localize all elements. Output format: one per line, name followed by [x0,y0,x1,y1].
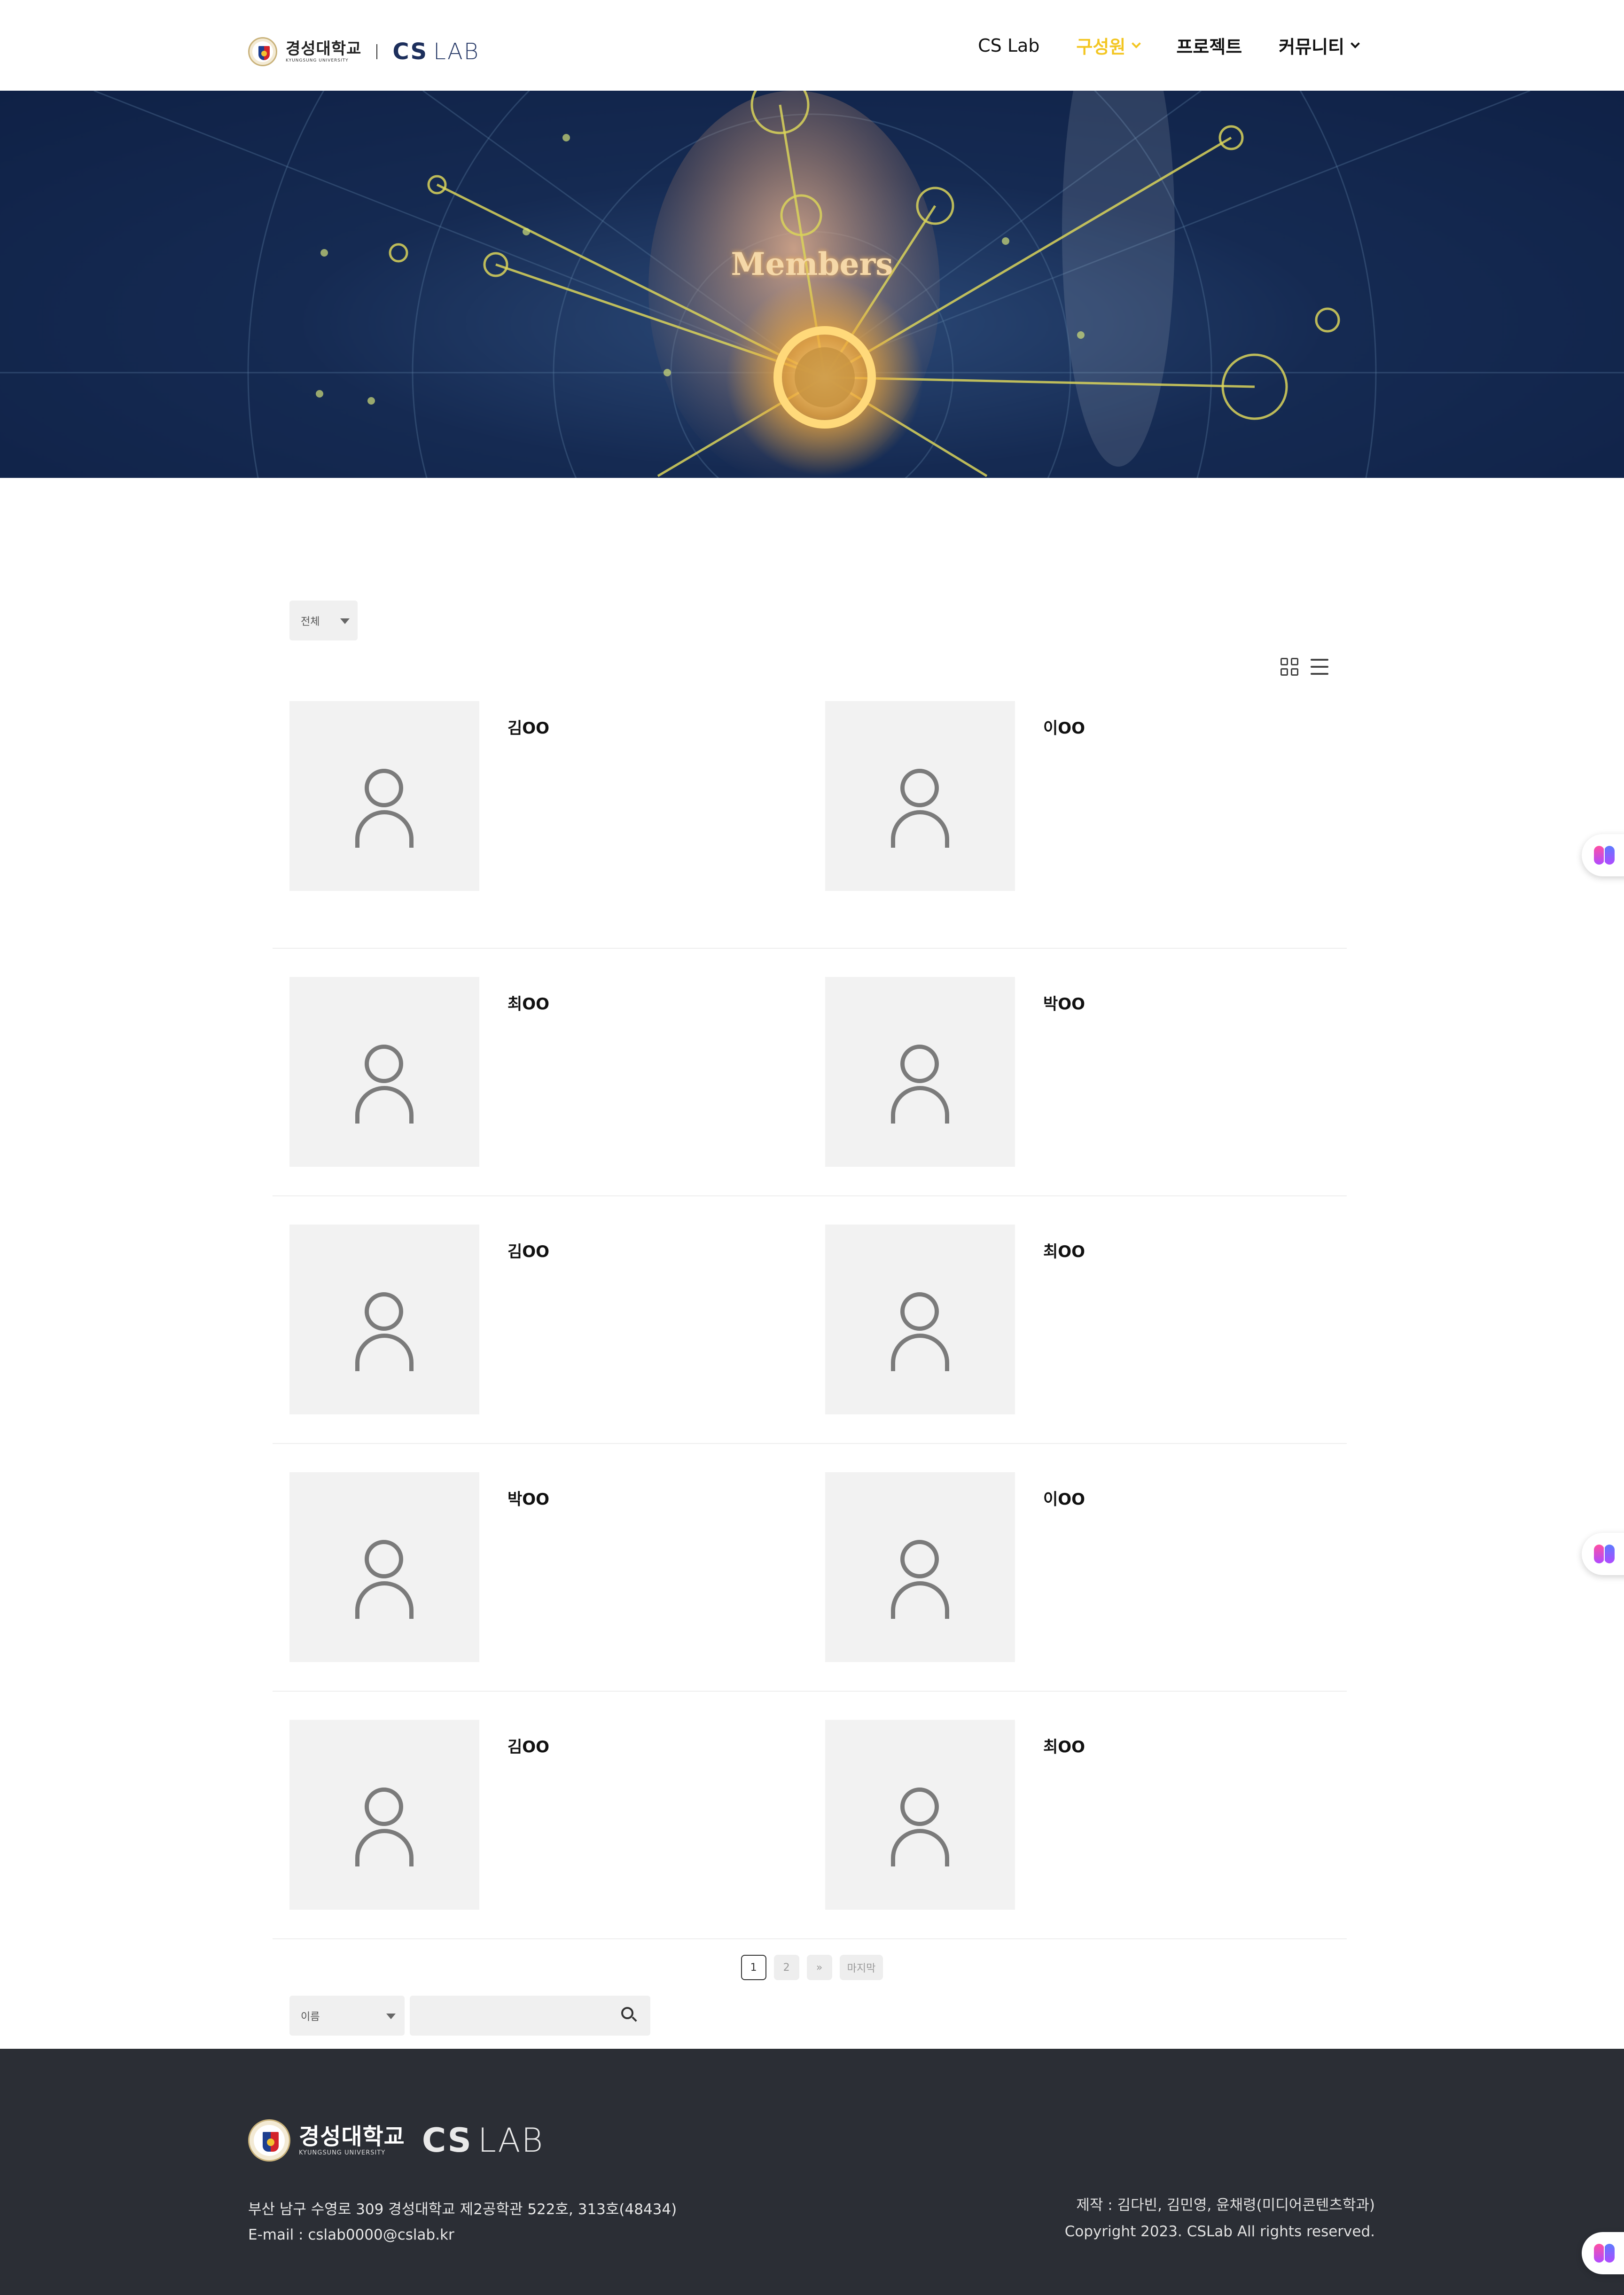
member-card[interactable]: 이OO [825,701,1342,891]
user-placeholder-icon [289,701,479,891]
member-row: 김OO 이OO [273,701,1347,949]
logo-university-en: KYUNGSUNG UNIVERSITY [286,58,349,63]
member-name: 박OO [508,1490,550,1509]
caret-down-icon [386,2014,396,2019]
site-header: 경성대학교 KYUNGSUNG UNIVERSITY CS LAB CS Lab… [0,0,1624,91]
footer-credits: 제작 : 김다빈, 김민영, 윤채령(미디어콘텐츠학과) Copyright 2… [1065,2192,1375,2245]
logo-university-ko: 경성대학교 [286,39,362,58]
user-placeholder-icon [825,1472,1015,1662]
member-row: 김OO 최OO [273,1692,1347,1939]
footer-address: 부산 남구 수영로 309 경성대학교 제2공학관 522호, 313호(484… [248,2201,677,2218]
search-icon[interactable] [621,2007,637,2022]
member-name: 김OO [508,1738,550,1756]
member-name: 이OO [1043,719,1085,738]
page-1-button[interactable]: 1 [741,1955,766,1980]
member-name: 최OO [1043,1738,1085,1756]
page-title: Members [731,246,893,282]
member-card[interactable]: 김OO [289,701,806,891]
list-view-icon[interactable] [1311,658,1328,676]
member-card[interactable]: 최OO [289,977,806,1167]
brain-icon [1594,846,1615,865]
member-card[interactable]: 이OO [825,1472,1342,1662]
member-name: 김OO [508,1242,550,1261]
member-card[interactable]: 최OO [825,1225,1342,1414]
university-seal-icon [248,2119,290,2162]
user-placeholder-icon [289,1225,479,1414]
member-card[interactable]: 박OO [825,977,1342,1167]
nav-item-community[interactable]: 커뮤니티 [1279,32,1360,58]
nav-item-cs-lab[interactable]: CS Lab [978,35,1039,56]
member-row: 박OO 이OO [273,1444,1347,1692]
member-name: 최OO [1043,1242,1085,1261]
next-page-button[interactable]: » [806,1955,832,1980]
nav-item-projects[interactable]: 프로젝트 [1176,32,1242,58]
last-page-button[interactable]: 마지막 [839,1955,883,1980]
member-card[interactable]: 김OO [289,1720,806,1910]
member-name: 최OO [508,995,550,1014]
member-row: 김OO 최OO [273,1196,1347,1444]
member-card[interactable]: 김OO [289,1225,806,1414]
grid-view-icon[interactable] [1280,658,1298,676]
site-logo[interactable]: 경성대학교 KYUNGSUNG UNIVERSITY CS LAB [248,35,479,69]
member-name: 박OO [1043,995,1085,1014]
user-placeholder-icon [825,1225,1015,1414]
user-placeholder-icon [289,1472,479,1662]
page-2-button[interactable]: 2 [773,1955,799,1980]
hero-background-graphic [0,91,1624,478]
member-list: 김OO 이OO 최OO 박OO 김OO 최OO 박OO 이OO 김OO 최OO [273,701,1347,1939]
hero-banner: Members [0,91,1624,478]
brain-icon [1594,1545,1615,1563]
member-card[interactable]: 박OO [289,1472,806,1662]
footer-copyright: Copyright 2023. CSLab All rights reserve… [1064,2223,1375,2240]
footer-logo: 경성대학교 KYUNGSUNG UNIVERSITY CS LAB [248,2119,544,2162]
category-filter-select[interactable]: 전체 [289,601,358,640]
caret-down-icon [340,618,350,624]
chevron-down-icon [1351,39,1360,48]
floating-brain-button[interactable] [1582,834,1624,876]
search-input[interactable] [410,1996,650,2036]
nav-item-members[interactable]: 구성원 [1076,32,1141,58]
search-field-select[interactable]: 이름 [289,1996,405,2036]
main-nav: CS Lab 구성원 프로젝트 커뮤니티 [978,0,1360,91]
chevron-down-icon [1132,39,1141,48]
user-placeholder-icon [289,977,479,1167]
footer-email: E-mail : cslab0000@cslab.kr [248,2226,454,2243]
brain-icon [1594,2244,1615,2263]
view-toggle [1280,658,1328,676]
logo-divider [376,44,378,59]
member-name: 김OO [508,719,550,738]
user-placeholder-icon [825,977,1015,1167]
user-placeholder-icon [825,701,1015,891]
footer-contact: 부산 남구 수영로 309 경성대학교 제2공학관 522호, 313호(484… [248,2197,677,2248]
member-row: 최OO 박OO [273,949,1347,1196]
member-name: 이OO [1043,1490,1085,1509]
cslab-logo: CS LAB [392,39,480,65]
university-seal-icon [248,37,277,66]
pagination: 1 2 » 마지막 [0,1955,1624,1980]
member-card[interactable]: 최OO [825,1720,1342,1910]
user-placeholder-icon [289,1720,479,1910]
user-placeholder-icon [825,1720,1015,1910]
footer-makers: 제작 : 김다빈, 김민영, 윤채령(미디어콘텐츠학과) [1076,2197,1375,2214]
floating-brain-button[interactable] [1582,2232,1624,2274]
floating-brain-button[interactable] [1582,1533,1624,1575]
site-footer: 경성대학교 KYUNGSUNG UNIVERSITY CS LAB 부산 남구 … [0,2049,1624,2295]
